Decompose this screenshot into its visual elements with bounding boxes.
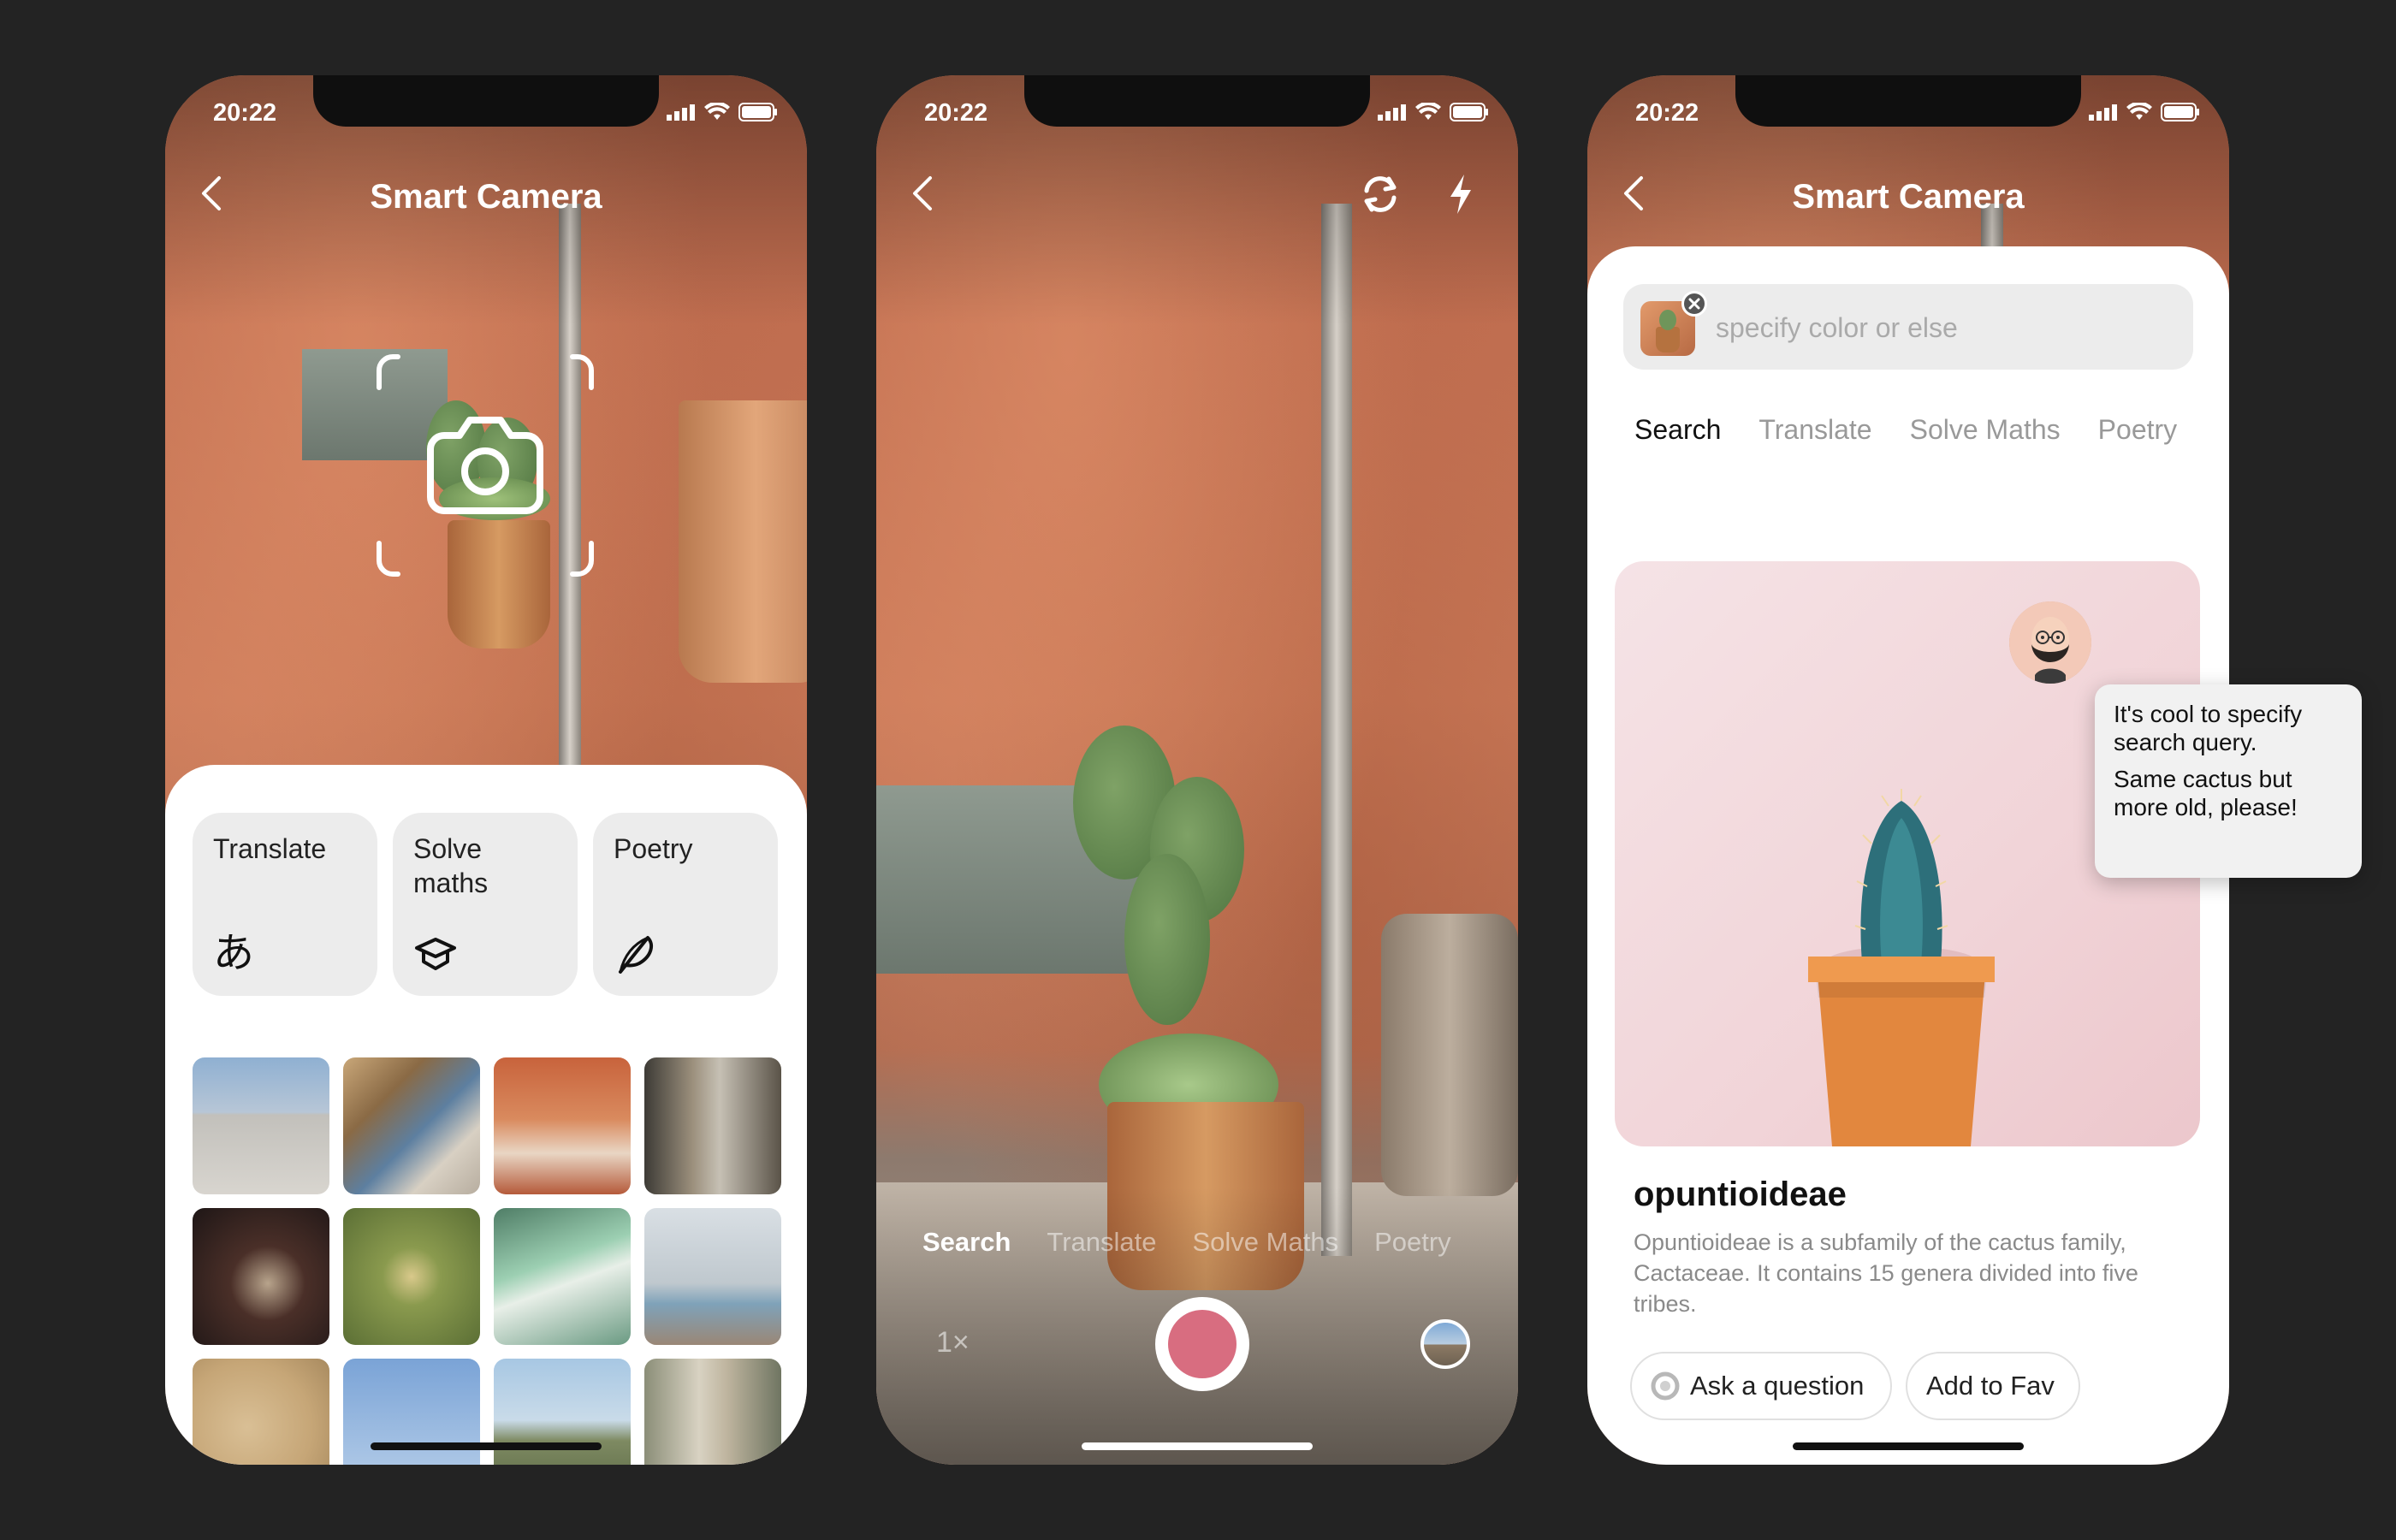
back-button[interactable] (187, 169, 235, 217)
tab-translate[interactable]: Translate (1758, 414, 1871, 446)
battery-icon (738, 103, 777, 121)
page-title: Smart Camera (370, 178, 602, 216)
battery-icon (2161, 103, 2199, 121)
remove-thumbnail-button[interactable] (1681, 291, 1707, 317)
camera-mode-search[interactable]: Search (922, 1227, 1011, 1258)
switch-camera-button[interactable] (1355, 169, 1405, 219)
tooltip-line-2: Same cactus but more old, please! (2114, 766, 2298, 820)
mode-card-translate[interactable]: Translate あ (193, 813, 377, 996)
close-icon (1688, 298, 1700, 310)
alice-icon (1651, 1371, 1680, 1401)
mode-label: Poetry (614, 833, 693, 864)
wifi-icon (2126, 103, 2152, 120)
search-input[interactable] (1716, 310, 2161, 346)
phone-smart-camera-home: 20:22 Smart Camera Translate あ Solve mat… (165, 75, 807, 1465)
modes-sheet: Translate あ Solve maths Poetry (165, 765, 807, 1465)
wifi-icon (704, 103, 730, 120)
add-to-fav-button[interactable]: Add to Fav (1906, 1352, 2080, 1420)
chevron-left-icon (913, 176, 932, 210)
result-tabs: Search Translate Solve Maths Poetry (1634, 414, 2177, 446)
home-indicator (1793, 1442, 2024, 1450)
signal-icon (2089, 104, 2117, 121)
wifi-icon (1415, 103, 1441, 120)
zoom-level[interactable]: 1× (936, 1326, 970, 1359)
mode-card-poetry[interactable]: Poetry (593, 813, 778, 996)
status-icons (2089, 103, 2200, 121)
tab-search[interactable]: Search (1634, 414, 1721, 446)
avatar-face-icon (2009, 601, 2091, 684)
gallery-thumb[interactable] (494, 1057, 631, 1194)
result-title: opuntioideae (1634, 1176, 1847, 1213)
gallery-thumb[interactable] (193, 1208, 329, 1345)
back-button[interactable] (898, 169, 946, 217)
status-time: 20:22 (924, 99, 988, 127)
camera-mode-solve-maths[interactable]: Solve Maths (1192, 1227, 1338, 1258)
phone-camera-capture: 20:22 Search Translate Solve Maths Poetr… (876, 75, 1518, 1465)
tooltip-line-1: It's cool to specify search query. (2114, 701, 2303, 755)
chevron-left-icon (1624, 176, 1643, 210)
shutter-button[interactable] (1155, 1297, 1249, 1391)
tab-poetry[interactable]: Poetry (2098, 414, 2177, 446)
shutter-inner (1168, 1310, 1237, 1378)
notch (313, 75, 659, 127)
viewfinder-frame[interactable] (376, 353, 595, 578)
gallery-button[interactable] (1420, 1319, 1470, 1369)
gallery-thumb[interactable] (644, 1208, 781, 1345)
mode-label: Translate (213, 833, 327, 864)
back-button[interactable] (1610, 169, 1658, 217)
home-indicator (371, 1442, 602, 1450)
chevron-left-icon (202, 176, 221, 210)
gallery-thumb[interactable] (343, 1208, 480, 1345)
add-to-fav-label: Add to Fav (1926, 1371, 2055, 1401)
status-icons (1378, 103, 1489, 121)
gallery-thumb[interactable] (343, 1057, 480, 1194)
camera-mode-translate[interactable]: Translate (1047, 1227, 1156, 1258)
home-indicator (1082, 1442, 1313, 1450)
assistant-avatar (2009, 601, 2091, 684)
tab-solve-maths[interactable]: Solve Maths (1910, 414, 2061, 446)
mode-card-solve-maths[interactable]: Solve maths (393, 813, 578, 996)
status-time: 20:22 (213, 99, 277, 127)
ask-question-button[interactable]: Ask a question (1630, 1352, 1892, 1420)
ask-question-label: Ask a question (1690, 1371, 1865, 1401)
camera-mode-switcher: Search Translate Solve Maths Poetry (876, 1227, 1518, 1258)
flash-button[interactable] (1436, 169, 1486, 219)
feather-icon (619, 936, 654, 974)
gallery-thumb[interactable] (644, 1359, 781, 1465)
signal-icon (667, 104, 695, 121)
gallery-thumb[interactable] (494, 1208, 631, 1345)
hiragana-icon: あ (213, 929, 255, 977)
mode-label: Solve maths (413, 833, 489, 898)
camera-mode-poetry[interactable]: Poetry (1374, 1227, 1451, 1258)
notch (1024, 75, 1370, 127)
signal-icon (1378, 104, 1406, 121)
status-icons (667, 103, 778, 121)
camera-icon (427, 417, 543, 514)
status-time: 20:22 (1635, 99, 1699, 127)
notch (1735, 75, 2081, 127)
search-bar (1623, 284, 2193, 370)
gallery-thumb[interactable] (193, 1359, 329, 1465)
flash-icon (1450, 175, 1471, 214)
battery-icon (1450, 103, 1488, 121)
result-description: Opuntioideae is a subfamily of the cactu… (1634, 1229, 2138, 1317)
gallery-thumb[interactable] (193, 1057, 329, 1194)
page-title: Smart Camera (1792, 178, 2025, 216)
photo-gallery (193, 1057, 781, 1465)
assistant-tooltip: It's cool to specify search query. Same … (2095, 684, 2362, 878)
graduation-cap-icon (415, 938, 456, 970)
gallery-thumb[interactable] (644, 1057, 781, 1194)
switch-camera-icon (1364, 176, 1397, 212)
